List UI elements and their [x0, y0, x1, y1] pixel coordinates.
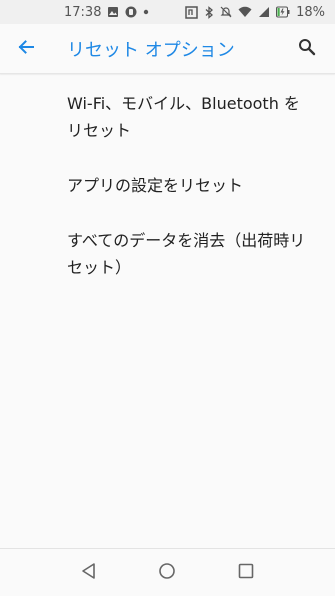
reset-options-list: Wi-Fi、モバイル、Bluetooth をリセット アプリの設定をリセット す… — [0, 74, 335, 281]
nav-recents-button[interactable] — [226, 553, 266, 593]
triangle-back-icon — [80, 562, 98, 584]
signal-icon — [258, 6, 270, 18]
status-bar: 17:38 18% — [0, 0, 335, 24]
circle-home-icon — [158, 562, 176, 584]
nav-back-button[interactable] — [69, 553, 109, 593]
dot-icon — [143, 9, 149, 15]
battery-charging-icon — [276, 6, 290, 18]
search-button[interactable] — [287, 24, 327, 74]
mute-icon — [220, 6, 232, 18]
battery-percent: 18% — [296, 4, 325, 20]
reset-app-preferences-item[interactable]: アプリの設定をリセット — [0, 170, 335, 199]
status-time: 17:38 — [64, 4, 102, 20]
factory-reset-item[interactable]: すべてのデータを消去（出荷時リセット） — [0, 225, 335, 281]
app-bar: リセット オプション — [0, 24, 335, 74]
nav-home-button[interactable] — [147, 553, 187, 593]
back-button[interactable] — [0, 24, 52, 74]
search-icon — [298, 38, 316, 60]
messenger-icon — [125, 6, 137, 18]
square-recents-icon — [237, 562, 255, 584]
image-icon — [107, 6, 119, 18]
page-title: リセット オプション — [67, 39, 235, 61]
status-left: 17:38 — [64, 5, 149, 20]
status-right: 18% — [185, 5, 325, 20]
arrow-back-icon — [17, 38, 35, 60]
wifi-icon — [238, 6, 252, 18]
reset-network-item[interactable]: Wi-Fi、モバイル、Bluetooth をリセット — [0, 88, 335, 144]
nfc-icon — [185, 5, 198, 19]
navigation-bar — [0, 548, 335, 596]
bluetooth-icon — [204, 5, 214, 19]
